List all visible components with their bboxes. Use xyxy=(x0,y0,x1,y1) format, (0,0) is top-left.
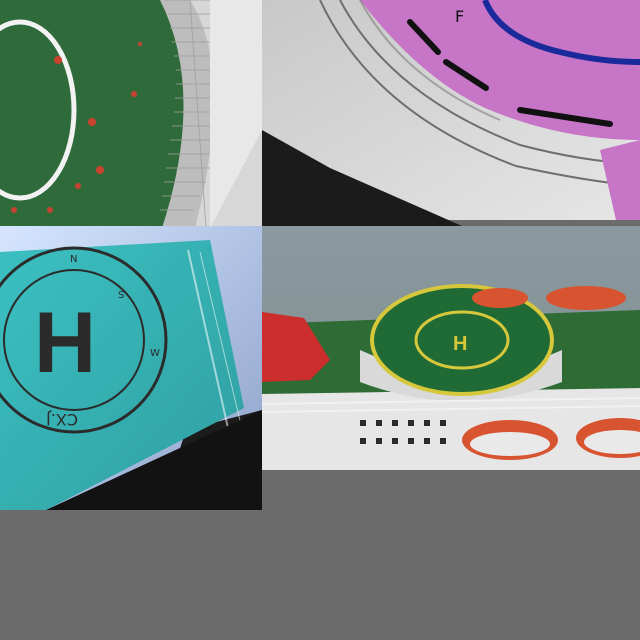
panel-pink-circular-helipad: F xyxy=(262,0,640,226)
teal-pad-marking-s: S xyxy=(118,290,124,301)
teal-pad-brand-text: CX.J xyxy=(46,410,78,429)
panel-green-oval-helipad xyxy=(0,0,262,229)
teal-pad-marking-n: N xyxy=(70,254,77,265)
photo-collage: F H W N S CX.J H xyxy=(0,0,640,640)
ship-pad-h-letter: H xyxy=(453,333,467,355)
panel-ship-model-helideck: H xyxy=(261,226,640,510)
teal-pad-marking-w: W xyxy=(150,348,160,359)
bottom-blank-area xyxy=(0,510,640,640)
teal-pad-h-letter: H xyxy=(34,295,96,391)
panel-teal-h-landing-pad: H W N S CX.J xyxy=(0,226,262,510)
pink-pad-marking: F xyxy=(455,7,464,26)
